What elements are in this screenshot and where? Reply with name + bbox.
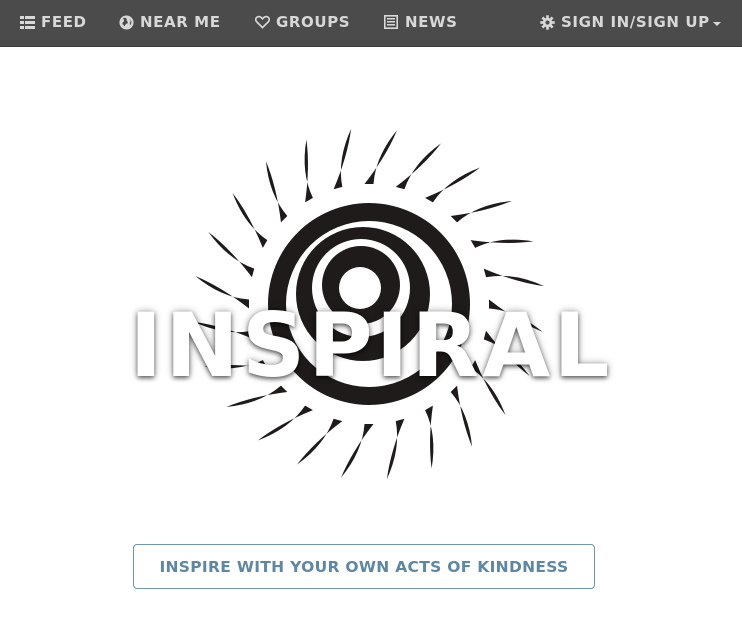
nav-near-me[interactable]: NEAR ME [118, 0, 221, 44]
nav-sign-in-label: SIGN IN/SIGN UP [561, 13, 710, 31]
sun-ray [364, 130, 398, 184]
nav-near-me-label: NEAR ME [140, 13, 221, 31]
nav-sign-in-dropdown[interactable]: SIGN IN/SIGN UP [539, 0, 721, 44]
nav-feed[interactable]: FEED [19, 0, 87, 44]
sun-ray [208, 231, 255, 278]
sun-ray [304, 139, 313, 203]
nav-news[interactable]: NEWS [383, 0, 458, 44]
heart-icon [254, 14, 270, 30]
nav-news-label: NEWS [405, 13, 458, 31]
sun-ray [395, 143, 442, 190]
top-navbar: FEED NEAR ME GROUPS NEWS SIGN IN/SIGN UP [0, 0, 742, 47]
sun-ray [296, 418, 343, 465]
brand-title: INSPIRAL [129, 294, 613, 397]
sun-ray [470, 239, 534, 248]
sun-ray [257, 405, 313, 441]
newspaper-icon [383, 14, 399, 30]
list-icon [19, 14, 35, 30]
caret-down-icon [712, 21, 721, 26]
globe-icon [118, 14, 134, 30]
sun-ray [425, 405, 434, 469]
nav-feed-label: FEED [41, 13, 87, 31]
nav-groups[interactable]: GROUPS [254, 0, 350, 44]
sun-ray [425, 167, 481, 203]
sun-ray [483, 268, 545, 287]
sun-ray [232, 192, 268, 248]
sun-ray [340, 424, 374, 478]
sun-ray [386, 418, 405, 480]
sun-ray [450, 200, 512, 223]
sun-ray [333, 128, 352, 190]
sun-ray [265, 161, 288, 223]
gear-icon [539, 14, 555, 30]
nav-groups-label: GROUPS [276, 13, 351, 31]
inspire-button[interactable]: INSPIRE WITH YOUR OWN ACTS OF KINDNESS [133, 544, 595, 589]
